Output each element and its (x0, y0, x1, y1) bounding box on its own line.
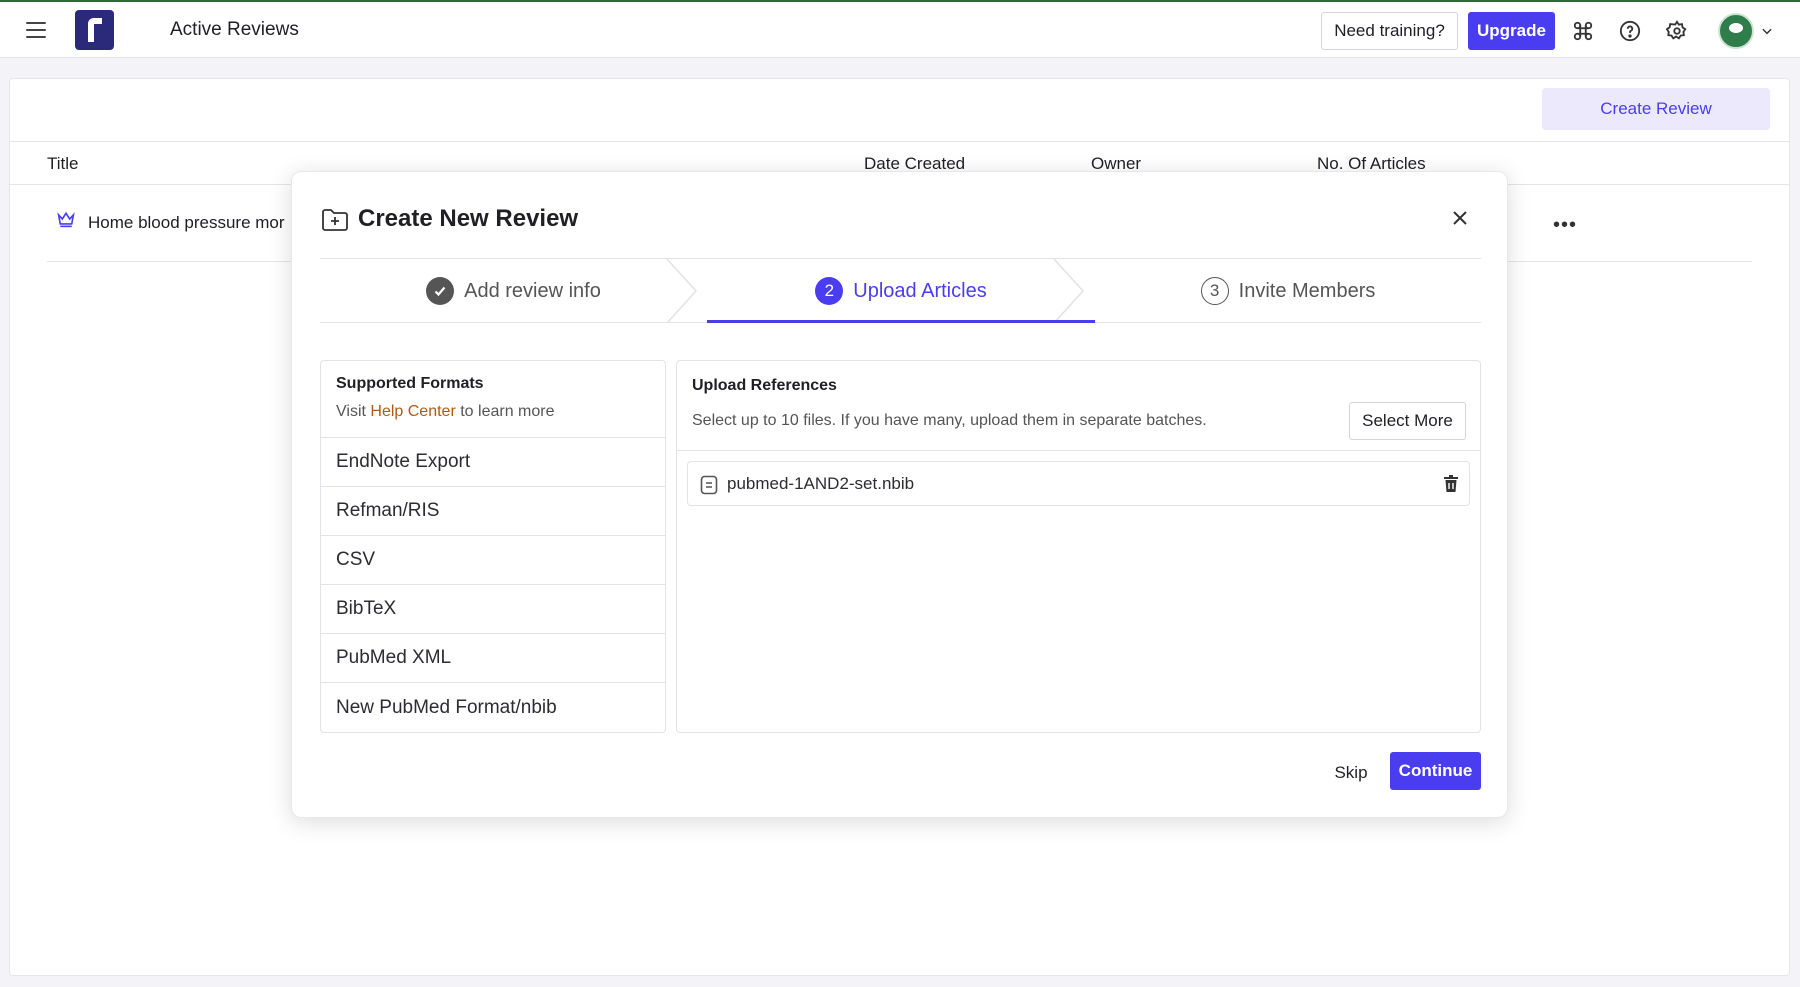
file-name: pubmed-1AND2-set.nbib (727, 474, 915, 493)
upgrade-button[interactable]: Upgrade (1468, 12, 1555, 50)
select-more-button[interactable]: Select More (1349, 402, 1466, 440)
step-label: Invite Members (1238, 279, 1376, 302)
format-item-endnote[interactable]: EndNote Export (321, 438, 665, 487)
uploads-title: Upload References (692, 377, 837, 394)
column-header-title[interactable]: Title (47, 154, 79, 174)
gear-icon[interactable] (1664, 18, 1690, 44)
step-add-review-info[interactable]: Add review info (320, 259, 707, 323)
more-options-icon[interactable]: ••• (1553, 214, 1577, 237)
step-number: 3 (1200, 277, 1229, 305)
divider (677, 450, 1480, 451)
folder-plus-icon (321, 207, 349, 238)
help-center-link[interactable]: Help Center (370, 403, 455, 420)
divider (10, 141, 1789, 142)
active-step-indicator (707, 320, 1095, 323)
step-label: Upload Articles (853, 279, 987, 302)
modal-title: Create New Review (358, 205, 579, 232)
uploads-subtitle: Select up to 10 files. If you have many,… (692, 412, 1207, 429)
file-icon (700, 475, 718, 500)
step-separator (1053, 259, 1085, 323)
formats-help-text: Visit Help Center to learn more (336, 403, 555, 420)
formats-header: Supported Formats Visit Help Center to l… (321, 361, 665, 438)
close-icon[interactable] (1450, 208, 1470, 234)
help-icon[interactable] (1617, 18, 1643, 44)
need-training-button[interactable]: Need training? (1321, 12, 1458, 50)
top-bar: Active Reviews Need training? Upgrade (0, 0, 1800, 58)
format-item-pubmed-xml[interactable]: PubMed XML (321, 634, 665, 683)
upload-references-panel: Upload References Select up to 10 files.… (676, 360, 1481, 733)
step-separator (666, 259, 698, 323)
review-title-link[interactable]: Home blood pressure mor (88, 213, 285, 233)
menu-icon[interactable] (26, 22, 46, 38)
avatar[interactable] (1718, 13, 1754, 49)
continue-button[interactable]: Continue (1390, 752, 1481, 790)
step-label: Add review info (464, 279, 601, 302)
app-logo[interactable] (75, 10, 114, 50)
formats-title: Supported Formats (336, 375, 484, 392)
skip-button[interactable]: Skip (1326, 754, 1376, 792)
trash-icon[interactable] (1442, 474, 1460, 499)
format-item-bibtex[interactable]: BibTeX (321, 585, 665, 634)
create-review-button[interactable]: Create Review (1542, 88, 1770, 130)
step-invite-members[interactable]: 3 Invite Members (1095, 259, 1481, 323)
chevron-down-icon[interactable] (1760, 24, 1774, 43)
step-upload-articles[interactable]: 2 Upload Articles (707, 259, 1095, 323)
format-item-nbib[interactable]: New PubMed Format/nbib (321, 683, 665, 732)
command-icon[interactable] (1570, 18, 1596, 44)
supported-formats-panel: Supported Formats Visit Help Center to l… (320, 360, 666, 733)
step-number: 2 (815, 277, 844, 305)
create-review-modal: Create New Review Add review info 2 Uplo… (291, 171, 1508, 818)
stepper: Add review info 2 Upload Articles 3 Invi… (320, 258, 1481, 323)
format-item-csv[interactable]: CSV (321, 536, 665, 585)
crown-icon (56, 210, 76, 233)
check-icon (426, 277, 455, 305)
uploaded-file-row: pubmed-1AND2-set.nbib (687, 461, 1470, 506)
format-item-refman[interactable]: Refman/RIS (321, 487, 665, 536)
page-title: Active Reviews (170, 19, 299, 40)
